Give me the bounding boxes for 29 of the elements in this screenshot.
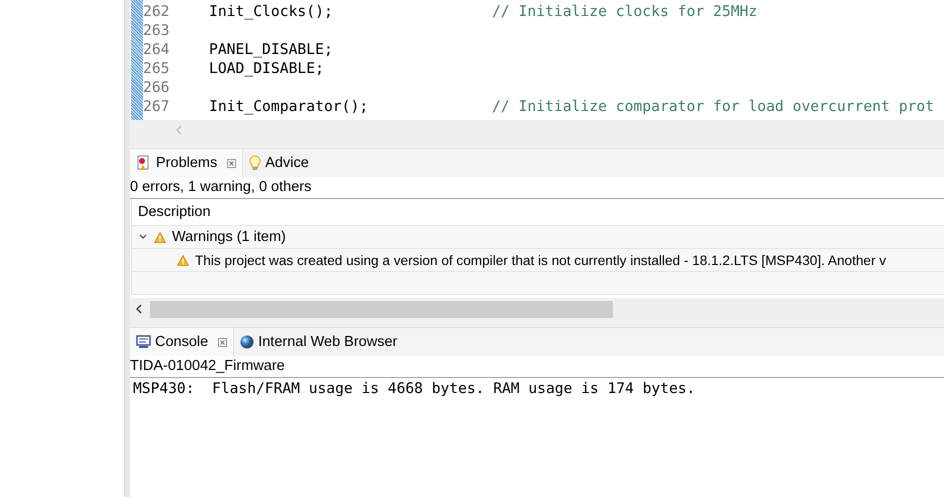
close-icon[interactable] bbox=[218, 338, 228, 346]
warning-icon bbox=[177, 254, 189, 266]
code-comment: // Initialize comparator for load overcurrent prot bbox=[492, 97, 934, 116]
view-tab[interactable]: Internal Web Browser bbox=[234, 328, 404, 356]
line-number: 266 bbox=[143, 78, 171, 97]
warning-icon bbox=[154, 232, 166, 242]
close-icon[interactable] bbox=[227, 158, 236, 168]
code-text: PANEL_DISABLE; bbox=[209, 40, 334, 59]
scrollbar-thumb[interactable] bbox=[150, 300, 613, 318]
tree-group-label[interactable]: Warnings (1 item) bbox=[172, 229, 286, 245]
code-text: Init_Comparator(); bbox=[209, 97, 370, 116]
view-tab[interactable]: Console bbox=[130, 328, 234, 356]
code-comment: // Initialize clocks for 25MHz bbox=[492, 2, 758, 21]
console-output-line: MSP430: Flash/FRAM usage is 4668 bytes. RAM usage is 174 bytes. bbox=[132, 379, 696, 399]
globe-icon bbox=[240, 335, 254, 349]
warning-message[interactable]: This project was created using a version of compiler that is not currently installed - 18.1.2.LTS [MSP430]. Another v bbox=[195, 252, 886, 268]
console-icon bbox=[136, 335, 151, 349]
console-title: TIDA-010042_Firmware bbox=[130, 356, 944, 378]
line-number: 264 bbox=[143, 40, 171, 59]
code-text: LOAD_DISABLE; bbox=[209, 59, 325, 78]
line-number: 265 bbox=[143, 59, 171, 78]
column-header[interactable]: Description bbox=[132, 199, 944, 226]
view-tab[interactable]: Problems bbox=[130, 149, 244, 177]
code-text: Init_Clocks(); bbox=[209, 2, 334, 21]
line-number: 262 bbox=[143, 2, 171, 21]
line-number: 267 bbox=[143, 97, 171, 116]
view-tab[interactable]: Advice bbox=[243, 149, 315, 177]
lightbulb-icon bbox=[249, 155, 262, 171]
line-number: 263 bbox=[143, 21, 171, 40]
